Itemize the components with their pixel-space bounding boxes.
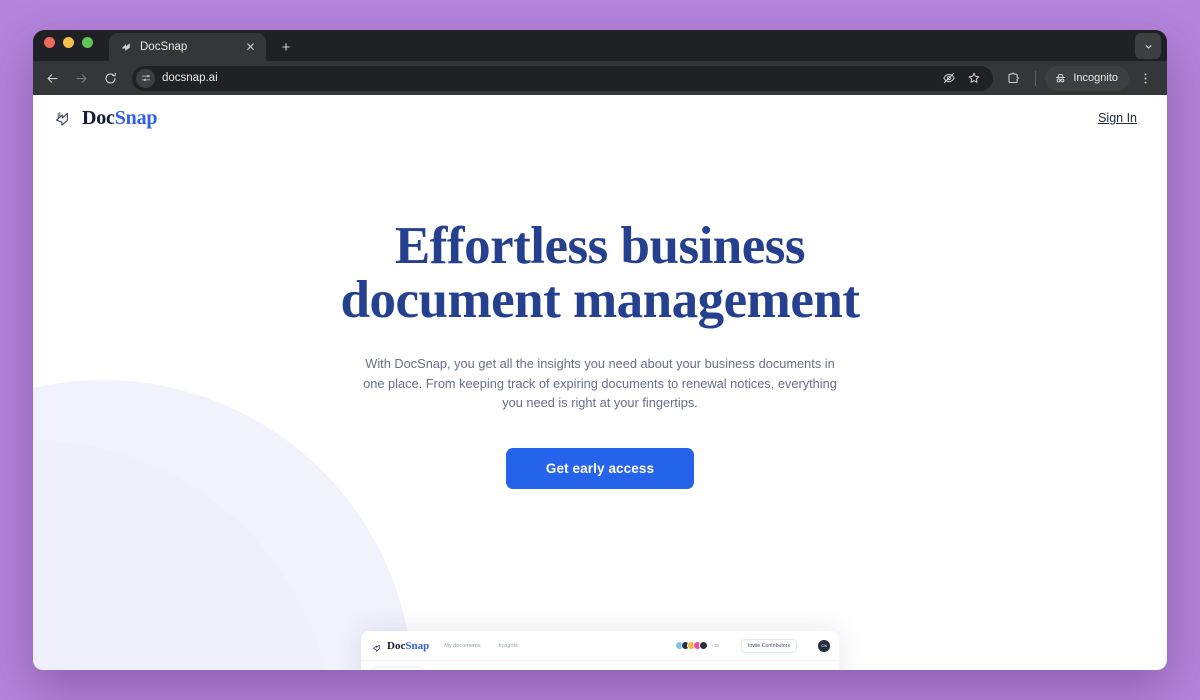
mockup-logo-primary: Doc (387, 639, 406, 652)
three-dots-vertical-icon[interactable] (1133, 66, 1158, 91)
arrow-left-icon[interactable] (39, 65, 66, 92)
minimize-window-button[interactable] (63, 36, 74, 48)
mockup-header: DocSnap My documents Insights +25 Invite… (361, 631, 839, 661)
omnibox-actions (942, 71, 985, 85)
toolbar-divider (1035, 70, 1037, 86)
hero-paragraph: With DocSnap, you get all the insights y… (363, 356, 837, 410)
mockup-nav-insights[interactable]: Insights (499, 643, 518, 649)
hero-heading-line1: Effortless business (394, 217, 806, 275)
document-stat-tabs: 14 All documents 3 NDAs 7 Agreements 3 I… (361, 661, 839, 670)
docsnap-favicon (119, 41, 132, 54)
stat-tab-all-documents[interactable]: 14 All documents (372, 667, 424, 670)
mockup-logo[interactable]: DocSnap (372, 640, 429, 652)
address-bar[interactable]: docsnap.ai (132, 65, 994, 91)
mockup-logo-text: DocSnap (387, 640, 429, 652)
stat-tab-insurance[interactable]: 3 Insurance (534, 667, 586, 670)
stat-tab-agreements[interactable]: 7 Agreements (480, 667, 532, 670)
maximize-window-button[interactable] (82, 36, 93, 48)
arrow-right-icon[interactable] (68, 65, 95, 92)
chevron-down-icon[interactable] (1135, 33, 1161, 59)
logo-text: DocSnap (82, 106, 158, 130)
pages-stack-icon (372, 640, 383, 652)
invite-contributors-button[interactable]: Invite Contributors (740, 638, 797, 653)
hero-heading-line2: document management (340, 271, 860, 330)
puzzle-icon[interactable] (1001, 66, 1026, 91)
browser-tab-strip: DocSnap ✕ + (33, 30, 1167, 61)
contributor-avatar-stack[interactable]: +25 (675, 641, 719, 650)
mockup-nav: My documents Insights (444, 643, 518, 649)
pages-stack-icon (54, 108, 74, 128)
page-content: DocSnap Sign In Effortless business docum… (33, 95, 1167, 490)
tune-icon[interactable] (136, 68, 155, 88)
logo-text-accent: Snap (114, 106, 158, 129)
close-window-button[interactable] (44, 36, 55, 48)
browser-toolbar: docsnap.ai Incognito (33, 61, 1167, 95)
mockup-nav-my-documents[interactable]: My documents (444, 643, 480, 649)
avatar (699, 641, 709, 650)
hero-section: Effortless business document management W… (33, 141, 1167, 490)
site-header: DocSnap Sign In (33, 95, 1167, 141)
close-icon[interactable]: ✕ (243, 40, 258, 55)
toolbar-actions: Incognito (1001, 65, 1158, 91)
web-page: DocSnap Sign In Effortless business docum… (33, 95, 1167, 670)
incognito-label: Incognito (1073, 72, 1118, 84)
plus-icon[interactable]: + (274, 35, 298, 59)
tab-title: DocSnap (140, 41, 188, 53)
stat-tab-sows[interactable]: 1 SOWs (588, 667, 640, 670)
stat-tab-ndas[interactable]: 3 NDAs (426, 667, 478, 670)
incognito-hat-icon (1054, 72, 1067, 85)
reload-icon[interactable] (97, 65, 124, 92)
avatar-overflow-count: +25 (711, 643, 719, 648)
app-preview-mockup: DocSnap My documents Insights +25 Invite… (361, 631, 839, 670)
incognito-indicator[interactable]: Incognito (1045, 65, 1129, 91)
site-logo[interactable]: DocSnap (54, 106, 158, 130)
page-title: Effortless business document management (33, 219, 1167, 327)
browser-window: DocSnap ✕ + docsnap.ai Incognito DocSnap… (33, 30, 1167, 670)
mockup-logo-accent: Snap (405, 639, 430, 652)
eye-slash-icon[interactable] (942, 71, 956, 85)
window-controls (44, 30, 93, 61)
url-text: docsnap.ai (162, 72, 218, 84)
star-icon[interactable] (967, 71, 981, 85)
get-early-access-button[interactable]: Get early access (505, 448, 695, 490)
sign-in-link[interactable]: Sign In (1098, 111, 1137, 125)
browser-tab[interactable]: DocSnap ✕ (109, 33, 266, 61)
logo-text-primary: Doc (82, 106, 115, 129)
user-avatar[interactable]: CN (818, 639, 830, 652)
